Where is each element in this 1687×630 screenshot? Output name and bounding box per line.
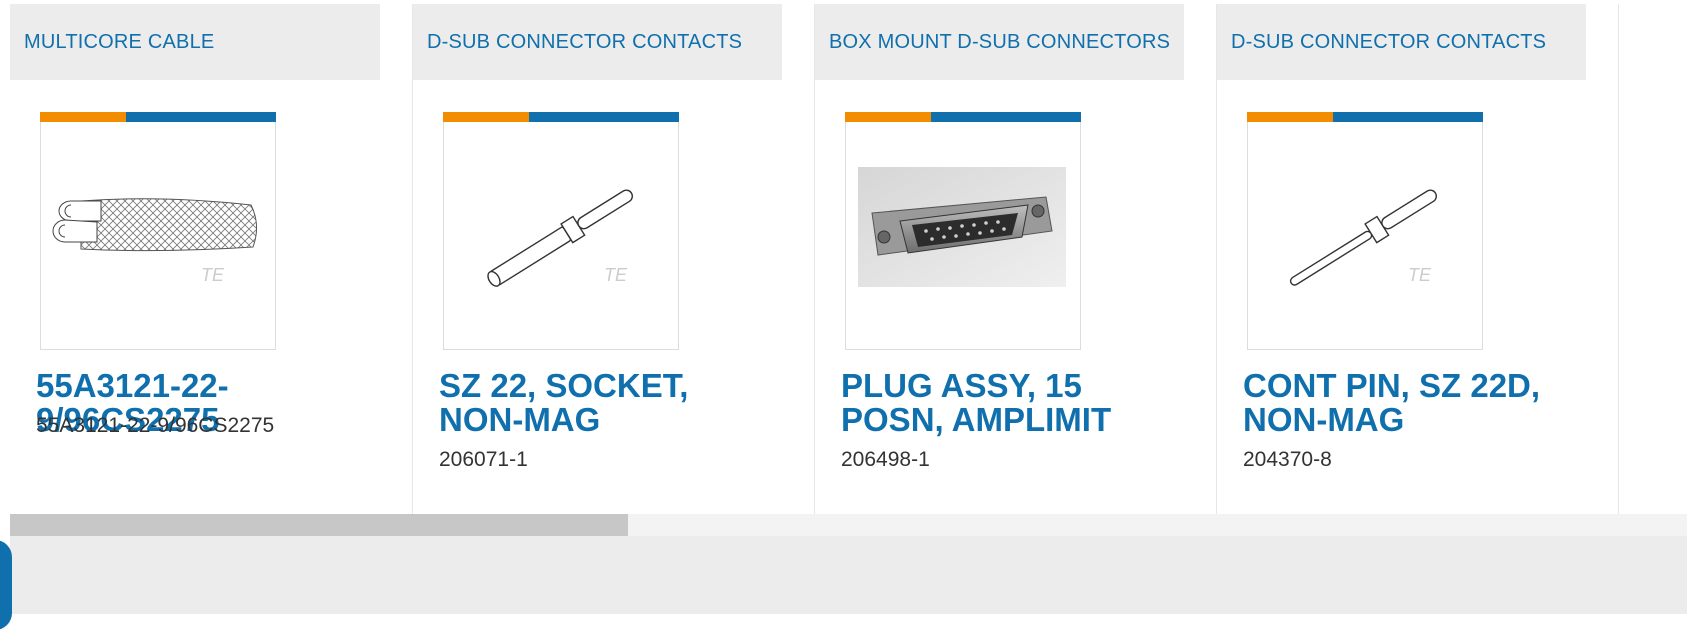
dsub-plug-photo — [858, 167, 1066, 287]
product-image[interactable] — [845, 112, 1081, 350]
product-title-link[interactable]: PLUG ASSY, 15 POSN, AMPLIMIT — [841, 369, 1181, 437]
product-card[interactable]: MULTICORE CABLE TE 55A3121-22-9/96CS2275… — [10, 4, 413, 514]
product-carousel: MULTICORE CABLE TE 55A3121-22-9/96CS2275… — [10, 4, 1687, 514]
part-number: 204370-8 — [1243, 448, 1332, 471]
part-number: 55A3121-22-9/96CS2275 — [36, 414, 275, 437]
category-header: D-SUB CONNECTOR CONTACTS — [413, 4, 782, 80]
product-card[interactable]: D-SUB CONNECTOR CONTACTS TE SZ 22, SOCKE… — [413, 4, 815, 514]
category-link[interactable]: D-SUB CONNECTOR CONTACTS — [1231, 31, 1546, 54]
product-title-link[interactable]: CONT PIN, SZ 22D, NON-MAG — [1243, 369, 1583, 437]
category-link[interactable]: MULTICORE CABLE — [24, 31, 214, 54]
product-card[interactable]: D-SUB CONNECTOR CONTACTS TE CONT PIN, SZ… — [1217, 4, 1619, 514]
part-number: 206071-1 — [439, 448, 528, 471]
te-watermark: TE — [201, 265, 225, 285]
te-watermark: TE — [1408, 265, 1432, 285]
socket-contact-illustration: TE — [487, 189, 633, 287]
color-bar — [845, 112, 1081, 122]
product-image[interactable]: TE — [40, 112, 276, 350]
category-link[interactable]: D-SUB CONNECTOR CONTACTS — [427, 31, 742, 54]
category-link[interactable]: BOX MOUNT D-SUB CONNECTORS — [829, 31, 1170, 54]
scrollbar-thumb[interactable] — [10, 514, 628, 536]
product-card[interactable]: BOX MOUNT D-SUB CONNECTORS PLUG ASSY, 15… — [815, 4, 1217, 514]
pin-contact-illustration: TE — [1289, 189, 1437, 286]
product-title-link[interactable]: SZ 22, SOCKET, NON-MAG — [439, 369, 779, 437]
part-number: 206498-1 — [841, 448, 930, 471]
product-image[interactable]: TE — [443, 112, 679, 350]
footer-strip — [10, 536, 1687, 614]
category-header: BOX MOUNT D-SUB CONNECTORS — [815, 4, 1184, 80]
carousel-scrollbar[interactable] — [10, 514, 1687, 536]
color-bar — [443, 112, 679, 122]
color-bar — [1247, 112, 1483, 122]
category-header: MULTICORE CABLE — [10, 4, 380, 80]
cable-illustration: TE — [52, 198, 257, 285]
feedback-tab[interactable] — [0, 540, 12, 630]
te-watermark: TE — [604, 265, 628, 285]
color-bar — [40, 112, 276, 122]
product-image[interactable]: TE — [1247, 112, 1483, 350]
category-header: D-SUB CONNECTOR CONTACTS — [1217, 4, 1586, 80]
